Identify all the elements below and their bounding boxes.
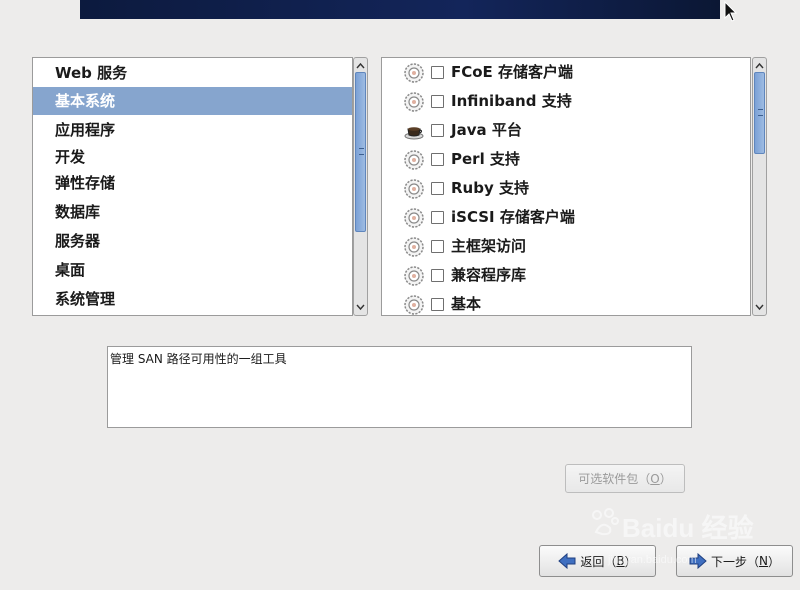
arrow-right-icon [689,553,707,569]
gear-icon [404,208,424,228]
back-label-end: ） [624,554,637,569]
group-label: Perl 支持 [451,150,520,168]
group-label: Ruby 支持 [451,179,529,197]
group-checkbox[interactable] [431,182,444,195]
category-list[interactable]: Web 服务 基本系统 应用程序 开发 弹性存储 数据库 服务器 桌面 系统管理 [32,57,353,316]
group-checkbox[interactable] [431,153,444,166]
optional-packages-label: 可选软件包（ [578,472,651,486]
group-checkbox[interactable] [431,95,444,108]
group-item[interactable]: Java 平台 [382,116,750,145]
category-scroll-thumb[interactable] [355,72,366,232]
gear-icon [404,63,424,83]
group-scroll-thumb[interactable] [754,72,765,154]
category-item-system-management[interactable]: 系统管理 [33,285,352,313]
category-item-applications[interactable]: 应用程序 [33,116,352,144]
next-mnemonic: N [759,554,768,568]
scroll-down-arrow-icon[interactable] [355,301,366,313]
group-checkbox[interactable] [431,124,444,137]
next-label-end: ） [767,554,780,569]
group-checkbox[interactable] [431,211,444,224]
group-item[interactable]: 基本 [382,290,750,319]
group-label: 主框架访问 [451,237,527,255]
group-description-box: 管理 SAN 路径可用性的一组工具 [107,346,692,428]
gear-icon [404,295,424,315]
group-label: Infiniband 支持 [451,92,572,110]
scroll-up-arrow-icon[interactable] [754,60,765,72]
gear-icon [404,179,424,199]
back-button[interactable]: 返回（ B） [539,545,656,577]
optional-packages-button[interactable]: 可选软件包（ O） [565,464,685,493]
category-item-base-system[interactable]: 基本系统 [33,87,352,115]
category-scrollbar[interactable] [353,57,368,316]
optional-packages-mnemonic: O [650,471,660,486]
group-item[interactable]: 主框架访问 [382,232,750,261]
back-mnemonic: B [616,554,625,568]
group-scrollbar[interactable] [752,57,767,316]
group-item[interactable]: Ruby 支持 [382,174,750,203]
header-banner [80,0,720,19]
paw-logo-icon [592,508,619,536]
arrow-left-icon [558,553,576,569]
next-button[interactable]: 下一步（ N） [676,545,793,577]
coffee-cup-icon [404,127,424,140]
group-item[interactable]: FCoE 存储客户端 [382,58,750,87]
group-description-text: 管理 SAN 路径可用性的一组工具 [110,352,287,366]
gear-icon [404,92,424,112]
package-group-list[interactable]: FCoE 存储客户端 Infiniband 支持 Java 平台 Perl 支持… [381,57,751,316]
next-label: 下一步（ [710,554,759,569]
group-checkbox[interactable] [431,240,444,253]
scroll-down-arrow-icon[interactable] [754,301,765,313]
group-label: 基本 [451,295,482,313]
group-item[interactable]: Infiniband 支持 [382,87,750,116]
group-item[interactable]: iSCSI 存储客户端 [382,203,750,232]
scroll-grip-icon [758,109,763,116]
category-item-resilient-storage[interactable]: 弹性存储 [33,169,352,197]
group-label: FCoE 存储客户端 [451,63,574,81]
group-label: Java 平台 [451,121,522,139]
mouse-pointer-icon [724,1,738,22]
back-label: 返回（ [580,554,617,569]
gear-icon [404,266,424,286]
category-item-development[interactable]: 开发 [33,143,352,171]
gear-icon [404,150,424,170]
group-checkbox[interactable] [431,269,444,282]
scroll-up-arrow-icon[interactable] [355,60,366,72]
category-item-web-services[interactable]: Web 服务 [33,59,352,87]
group-item[interactable]: Perl 支持 [382,145,750,174]
watermark-text: Baidu 经验 [622,513,754,543]
scroll-grip-icon [359,148,364,155]
gear-icon [404,237,424,257]
category-item-desktops[interactable]: 桌面 [33,256,352,284]
group-checkbox[interactable] [431,66,444,79]
optional-packages-label-end: ） [659,472,672,486]
group-label: 兼容程序库 [451,266,527,284]
group-label: iSCSI 存储客户端 [451,208,575,226]
category-item-databases[interactable]: 数据库 [33,198,352,226]
group-checkbox[interactable] [431,298,444,311]
group-item[interactable]: 兼容程序库 [382,261,750,290]
category-item-servers[interactable]: 服务器 [33,227,352,255]
